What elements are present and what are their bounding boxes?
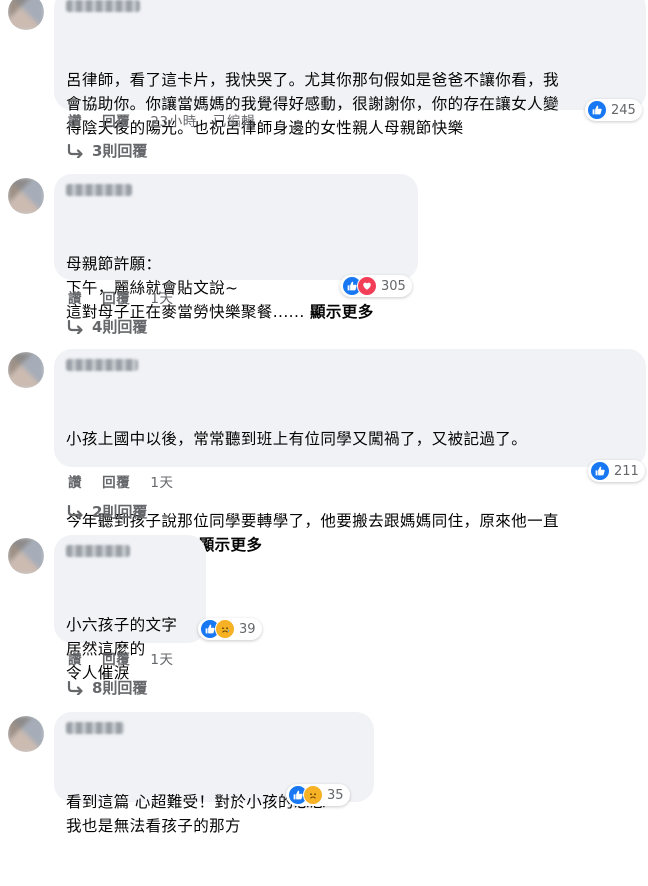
comment-text: 看到這篇 心超難受！對於小孩的思念 我也是無法看孩子的那方 bbox=[66, 742, 362, 886]
timestamp[interactable]: 1天 bbox=[150, 287, 173, 307]
avatar[interactable] bbox=[8, 538, 44, 574]
comment-bubble: 母親節許願： 下午，麗絲就會貼文說~ 這對母子正在麥當勞快樂聚餐...... 顯… bbox=[54, 174, 418, 321]
author-name-redacted[interactable] bbox=[66, 722, 124, 734]
author-name-redacted[interactable] bbox=[66, 359, 138, 371]
comment-text: 呂律師，看了這卡片，我快哭了。尤其你那句假如是爸爸不讓你看，我 會協助你。你讓當… bbox=[66, 20, 634, 188]
sad-icon bbox=[215, 619, 235, 639]
see-more-link[interactable]: 顯示更多 bbox=[310, 303, 374, 321]
comment-bubble: 小孩上國中以後，常常聽到班上有位同學又闖禍了，又被記過了。 今年聽到孩子說那位同… bbox=[54, 349, 646, 554]
like-button[interactable]: 讚 bbox=[68, 648, 82, 668]
author-name-redacted[interactable] bbox=[66, 0, 140, 12]
comment-bubble: 呂律師，看了這卡片，我快哭了。尤其你那句假如是爸爸不讓你看，我 會協助你。你讓當… bbox=[54, 0, 646, 137]
love-icon bbox=[357, 276, 377, 296]
like-icon bbox=[587, 100, 607, 120]
reply-button[interactable]: 回覆 bbox=[102, 287, 130, 307]
comment-actions: 讚 回覆 1天 bbox=[68, 648, 190, 668]
reaction-summary[interactable]: 211 bbox=[588, 460, 645, 482]
comment-bubble: 小六孩子的文字 居然這麼的 令人催淚 bbox=[54, 535, 206, 682]
reply-arrow-icon bbox=[67, 504, 83, 519]
replies-count-label: 2則回覆 bbox=[92, 503, 148, 521]
reaction-count: 211 bbox=[614, 463, 639, 479]
avatar[interactable] bbox=[8, 0, 44, 30]
replies-count-label: 4則回覆 bbox=[92, 318, 148, 336]
replies-count-label: 3則回覆 bbox=[92, 142, 148, 160]
view-replies-button[interactable]: 4則回覆 bbox=[66, 316, 147, 337]
replies-count-label: 8則回覆 bbox=[92, 679, 148, 697]
view-replies-button[interactable]: 3則回覆 bbox=[66, 140, 147, 161]
sad-icon bbox=[303, 785, 323, 805]
timestamp[interactable]: 1天 bbox=[150, 648, 173, 668]
avatar[interactable] bbox=[8, 352, 44, 388]
avatar[interactable] bbox=[8, 178, 44, 214]
comment-actions: 讚 回覆 1天 bbox=[68, 287, 190, 307]
author-name-redacted[interactable] bbox=[66, 184, 132, 196]
view-replies-button[interactable]: 8則回覆 bbox=[66, 677, 147, 698]
see-more-link[interactable]: 顯示更多 bbox=[199, 536, 263, 554]
comment-actions: 讚 回覆 1天 bbox=[68, 471, 190, 491]
author-name-redacted[interactable] bbox=[66, 545, 130, 557]
reaction-summary[interactable]: 305 bbox=[340, 275, 412, 297]
reaction-count: 245 bbox=[611, 102, 636, 118]
reaction-count: 39 bbox=[239, 621, 256, 637]
like-icon bbox=[590, 461, 610, 481]
reaction-summary[interactable]: 35 bbox=[286, 784, 350, 806]
comment-actions: 讚 回覆 23小時 已編輯 bbox=[68, 110, 271, 130]
edited-label: 已編輯 bbox=[212, 114, 256, 130]
like-button[interactable]: 讚 bbox=[68, 110, 82, 130]
reply-arrow-icon bbox=[67, 680, 83, 695]
reply-button[interactable]: 回覆 bbox=[102, 471, 130, 491]
like-button[interactable]: 讚 bbox=[68, 287, 82, 307]
like-button[interactable]: 讚 bbox=[68, 471, 82, 491]
reaction-count: 35 bbox=[327, 787, 344, 803]
timestamp[interactable]: 1天 bbox=[150, 471, 173, 491]
view-replies-button[interactable]: 2則回覆 bbox=[66, 501, 147, 522]
reply-arrow-icon bbox=[67, 143, 83, 158]
reaction-summary[interactable]: 39 bbox=[198, 618, 262, 640]
reaction-count: 305 bbox=[381, 278, 406, 294]
avatar[interactable] bbox=[8, 716, 44, 752]
comment-paragraph: 小孩上國中以後，常常聽到班上有位同學又闖禍了，又被記過了。 bbox=[66, 430, 528, 448]
timestamp[interactable]: 23小時 bbox=[150, 110, 197, 130]
reply-button[interactable]: 回覆 bbox=[102, 110, 130, 130]
reply-arrow-icon bbox=[67, 319, 83, 334]
reply-button[interactable]: 回覆 bbox=[102, 648, 130, 668]
reaction-summary[interactable]: 245 bbox=[585, 99, 642, 121]
